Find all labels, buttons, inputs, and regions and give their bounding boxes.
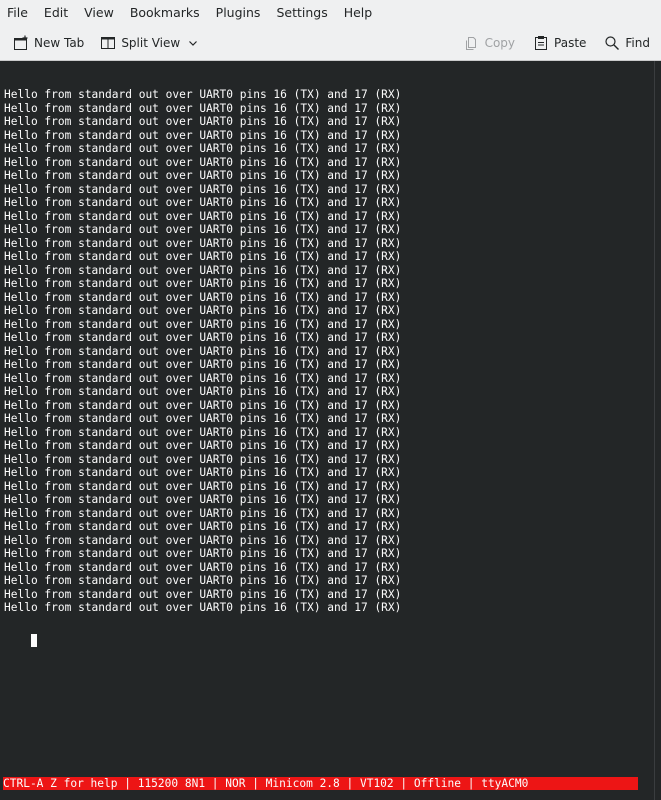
terminal-line: Hello from standard out over UART0 pins …	[4, 236, 402, 250]
terminal-cursor	[30, 634, 37, 647]
terminal-line: Hello from standard out over UART0 pins …	[4, 452, 402, 466]
copy-button[interactable]: Copy	[459, 30, 520, 56]
terminal-line: Hello from standard out over UART0 pins …	[4, 506, 402, 520]
menu-help[interactable]: Help	[336, 0, 381, 26]
terminal-line: Hello from standard out over UART0 pins …	[4, 479, 402, 493]
new-tab-icon	[13, 35, 29, 51]
terminal-line: Hello from standard out over UART0 pins …	[4, 155, 402, 169]
terminal-line: Hello from standard out over UART0 pins …	[4, 263, 402, 277]
terminal-line: Hello from standard out over UART0 pins …	[4, 358, 402, 371]
menu-bookmarks[interactable]: Bookmarks	[122, 0, 208, 26]
terminal-line: Hello from standard out over UART0 pins …	[4, 344, 402, 358]
terminal-line: Hello from standard out over UART0 pins …	[4, 425, 402, 439]
terminal-output: Hello from standard out over UART0 pins …	[0, 88, 655, 615]
terminal-line: Hello from standard out over UART0 pins …	[4, 277, 402, 290]
paste-label: Paste	[554, 36, 587, 50]
menu-settings[interactable]: Settings	[268, 0, 335, 26]
terminal-line: Hello from standard out over UART0 pins …	[4, 574, 402, 587]
terminal-line: Hello from standard out over UART0 pins …	[4, 587, 402, 601]
chevron-down-icon[interactable]	[188, 38, 198, 48]
terminal-line: Hello from standard out over UART0 pins …	[4, 412, 402, 425]
terminal-line: Hello from standard out over UART0 pins …	[4, 317, 402, 331]
terminal-line: Hello from standard out over UART0 pins …	[4, 385, 402, 398]
new-tab-label: New Tab	[34, 36, 85, 50]
terminal-view[interactable]: Hello from standard out over UART0 pins …	[0, 61, 655, 800]
terminal-line: Hello from standard out over UART0 pins …	[4, 533, 402, 547]
paste-icon	[533, 35, 549, 51]
terminal-line: Hello from standard out over UART0 pins …	[4, 493, 402, 506]
terminal-line: Hello from standard out over UART0 pins …	[4, 466, 402, 479]
menu-file[interactable]: File	[0, 0, 36, 26]
split-view-button[interactable]: Split View	[95, 30, 203, 56]
terminal-line: Hello from standard out over UART0 pins …	[4, 128, 402, 142]
split-view-label: Split View	[121, 36, 181, 50]
find-button[interactable]: Find	[599, 30, 655, 56]
terminal-line: Hello from standard out over UART0 pins …	[4, 331, 402, 344]
toolbar: New Tab Split View Copy Paste Find	[0, 26, 661, 61]
terminal-line: Hello from standard out over UART0 pins …	[4, 398, 402, 412]
terminal-line: Hello from standard out over UART0 pins …	[4, 560, 402, 574]
terminal-line: Hello from standard out over UART0 pins …	[4, 223, 402, 236]
menu-view[interactable]: View	[76, 0, 122, 26]
minicom-status-line: CTRL-A Z for help | 115200 8N1 | NOR | M…	[3, 777, 638, 790]
terminal-line: Hello from standard out over UART0 pins …	[4, 371, 402, 385]
terminal-line: Hello from standard out over UART0 pins …	[4, 520, 402, 533]
split-view-icon	[100, 35, 116, 51]
terminal-line: Hello from standard out over UART0 pins …	[4, 142, 402, 155]
terminal-line: Hello from standard out over UART0 pins …	[4, 196, 402, 209]
terminal-line: Hello from standard out over UART0 pins …	[4, 547, 402, 560]
menu-plugins[interactable]: Plugins	[208, 0, 269, 26]
terminal-line: Hello from standard out over UART0 pins …	[4, 439, 402, 452]
terminal-line: Hello from standard out over UART0 pins …	[4, 601, 402, 614]
terminal-line: Hello from standard out over UART0 pins …	[4, 101, 402, 115]
terminal-line: Hello from standard out over UART0 pins …	[4, 182, 402, 196]
terminal-line: Hello from standard out over UART0 pins …	[4, 169, 402, 182]
konsole-window: File Edit View Bookmarks Plugins Setting…	[0, 0, 661, 800]
terminal-line: Hello from standard out over UART0 pins …	[4, 290, 402, 304]
copy-icon	[464, 35, 480, 51]
new-tab-button[interactable]: New Tab	[8, 30, 89, 56]
terminal-line: Hello from standard out over UART0 pins …	[4, 115, 402, 128]
terminal-line: Hello from standard out over UART0 pins …	[4, 88, 402, 101]
terminal-line: Hello from standard out over UART0 pins …	[4, 304, 402, 317]
terminal-line: Hello from standard out over UART0 pins …	[4, 209, 402, 223]
find-label: Find	[625, 36, 650, 50]
menu-edit[interactable]: Edit	[36, 0, 76, 26]
search-icon	[604, 35, 620, 51]
paste-button[interactable]: Paste	[528, 30, 591, 56]
copy-label: Copy	[484, 36, 516, 50]
terminal-line: Hello from standard out over UART0 pins …	[4, 250, 402, 263]
terminal-scrollbar[interactable]	[654, 61, 661, 800]
menu-bar: File Edit View Bookmarks Plugins Setting…	[0, 0, 661, 26]
